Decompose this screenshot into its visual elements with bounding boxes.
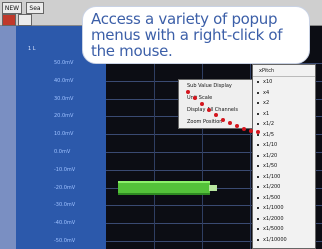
- bullet-icon: [257, 102, 259, 104]
- pointer-dot: [200, 102, 204, 106]
- bullet-icon: [257, 123, 259, 125]
- zoom-menu-item[interactable]: x1/200: [253, 182, 315, 193]
- bullet-icon: [257, 165, 259, 167]
- zoom-menu-item-label: x1/10: [263, 142, 278, 148]
- zoom-menu-item[interactable]: x1/2: [253, 119, 315, 130]
- pointer-dot: [256, 130, 260, 134]
- bullet-icon: [257, 186, 259, 188]
- waveform-trace: [118, 181, 210, 195]
- bullet-icon: [257, 228, 259, 230]
- new-button[interactable]: NEW: [2, 2, 22, 14]
- zoom-menu-item[interactable]: x1/10000: [253, 235, 315, 246]
- zoom-menu-item[interactable]: x1/20: [253, 151, 315, 162]
- bullet-icon: [257, 238, 259, 241]
- pointer-dot: [242, 127, 246, 131]
- waveform-end: [209, 185, 217, 191]
- zoom-menu-item-label: x2: [263, 100, 270, 106]
- bullet-icon: [257, 144, 259, 146]
- zoom-menu-item-label: x1/200: [263, 184, 281, 190]
- channel-strip: [0, 26, 16, 249]
- bullet-icon: [257, 175, 259, 178]
- zoom-menu-item[interactable]: x1/500: [253, 193, 315, 204]
- bullet-icon: [257, 112, 259, 115]
- submenu-header: xPitch: [253, 65, 315, 77]
- zoom-menu-item[interactable]: x1/10: [253, 140, 315, 151]
- zoom-menu-item[interactable]: x1/100: [253, 172, 315, 183]
- toolbar-button-sea[interactable]: Sea: [26, 2, 44, 14]
- zoom-menu-item-label: x1/5: [263, 131, 275, 138]
- bullet-icon: [257, 91, 259, 94]
- zoom-menu-item-label: x1/10000: [263, 236, 287, 243]
- zoom-menu-item[interactable]: x1/50: [253, 161, 315, 172]
- zoom-menu-item-label: x1/100: [263, 173, 281, 180]
- zoom-menu-item-label: x1/5000: [263, 226, 284, 232]
- axis-header: 1 L: [28, 46, 36, 52]
- context-menu: Sub Value Display Unit Scale Display All…: [178, 79, 256, 129]
- zoom-menu-item-label: x10: [263, 79, 273, 85]
- zoom-menu-item[interactable]: x2: [253, 98, 315, 109]
- record-button[interactable]: [2, 14, 16, 26]
- zoom-menu-item[interactable]: x1/1000: [253, 203, 315, 214]
- zoom-menu-item-label: x1/50: [263, 163, 278, 169]
- pointer-dot: [228, 121, 232, 125]
- zoom-menu-item-label: x1/2: [263, 121, 275, 127]
- zoom-menu-item[interactable]: x1/5: [253, 130, 315, 141]
- bullet-icon: [257, 154, 259, 157]
- menu-item-sub-value-display[interactable]: Sub Value Display: [179, 80, 255, 92]
- pointer-dot: [214, 113, 218, 117]
- zoom-menu-item-label: x4: [263, 89, 270, 96]
- pointer-dot: [193, 96, 197, 100]
- bullet-icon: [257, 196, 259, 199]
- zoom-menu-item[interactable]: x1/5000: [253, 224, 315, 235]
- bullet-icon: [257, 217, 259, 220]
- toolbar-button[interactable]: [18, 14, 32, 26]
- bullet-icon: [257, 81, 259, 83]
- pointer-dot: [249, 129, 253, 133]
- pointer-dot: [221, 118, 225, 122]
- menu-item-unit-scale[interactable]: Unit Scale: [179, 92, 255, 104]
- zoom-menu-item-label: x1: [263, 110, 270, 117]
- zoom-submenu: xPitch x10 x4 x2 x1 x1/2 x1/5 x1/10 x1/20 x1/50 x…: [252, 64, 316, 249]
- pointer-dot: [186, 90, 190, 94]
- bullet-icon: [257, 207, 259, 209]
- pointer-dot: [235, 124, 239, 128]
- zoom-menu-item[interactable]: x4: [253, 88, 315, 99]
- callout-bubble: Access a variety of popup menus with a r…: [82, 6, 310, 64]
- callout-text: Access a variety of popup menus with a r…: [91, 10, 283, 60]
- zoom-menu-item[interactable]: x10: [253, 77, 315, 88]
- zoom-menu-item-label: x1/500: [263, 194, 281, 201]
- pointer-dot: [207, 108, 211, 112]
- zoom-menu-item[interactable]: x1: [253, 109, 315, 120]
- zoom-menu-item-label: x1/2000: [263, 215, 284, 222]
- zoom-menu-item[interactable]: x1/2000: [253, 214, 315, 225]
- zoom-menu-item-label: x1/20: [263, 152, 278, 159]
- zoom-menu-item-label: x1/1000: [263, 205, 284, 211]
